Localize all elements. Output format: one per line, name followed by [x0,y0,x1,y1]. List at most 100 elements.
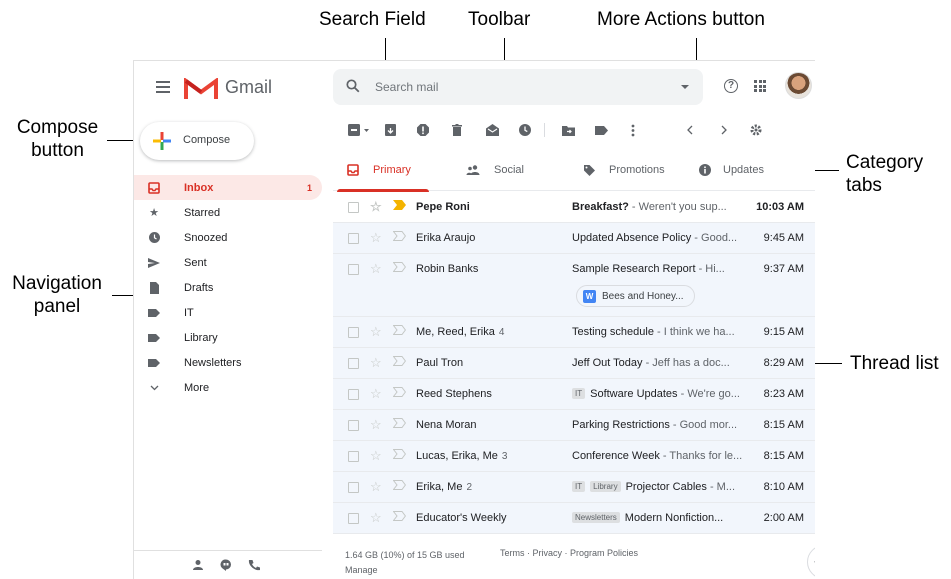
important-marker-icon[interactable] [393,325,406,335]
settings-gear-icon[interactable] [749,123,763,137]
report-spam-icon[interactable] [416,123,430,137]
phone-icon[interactable] [248,559,260,571]
nav-label: Drafts [184,281,214,294]
thread-sender: Pepe Roni [416,201,470,213]
tab-primary[interactable]: Primary [337,149,429,192]
row-checkbox[interactable] [348,202,359,213]
important-marker-icon[interactable] [393,356,406,366]
table-row[interactable]: ☆ Pepe Roni Breakfast? - Weren't you sup… [333,192,815,223]
nav-label: Sent [184,256,207,269]
nav-item-library[interactable]: Library [134,325,322,350]
nav-label: Starred [184,206,221,219]
important-marker-icon[interactable] [393,511,406,521]
thread-subject: Testing schedule - I think we ha... [572,326,748,338]
star-icon[interactable]: ☆ [370,355,382,371]
row-checkbox[interactable] [348,420,359,431]
subject-text: Conference Week [572,450,660,462]
tab-social[interactable]: Social [466,149,524,191]
side-panel-toggle-icon[interactable]: ‹ [807,545,815,579]
row-checkbox[interactable] [348,233,359,244]
search-input[interactable] [375,77,655,97]
row-checkbox[interactable] [348,358,359,369]
star-icon[interactable]: ☆ [370,479,382,495]
table-row[interactable]: ☆ Me, Reed, Erika 4 Testing schedule - I … [333,317,815,348]
nav-item-newsletters[interactable]: Newsletters [134,350,322,375]
important-marker-icon[interactable] [393,418,406,428]
important-marker-icon[interactable] [393,387,406,397]
footer-links[interactable]: Terms · Privacy · Program Policies [500,548,638,558]
star-icon[interactable]: ☆ [370,230,382,246]
more-actions-icon[interactable] [626,123,640,137]
table-row[interactable]: ☆ Reed Stephens IT Software Updates - We'… [333,379,815,410]
label-chip[interactable]: Library [590,481,621,492]
important-marker-icon[interactable] [393,480,406,490]
row-checkbox[interactable] [348,389,359,400]
nav-item-drafts[interactable]: Drafts [134,275,322,300]
labels-icon[interactable] [594,123,608,137]
star-icon[interactable]: ☆ [370,386,382,402]
star-icon[interactable]: ☆ [370,199,382,215]
apps-grid-icon[interactable] [754,80,766,92]
label-chip[interactable]: IT [572,481,586,492]
important-marker-icon[interactable] [393,449,406,459]
main-menu-icon[interactable] [156,81,170,93]
archive-icon[interactable] [383,123,397,137]
star-icon[interactable]: ☆ [370,417,382,433]
nav-item-more[interactable]: More [134,375,322,400]
snippet-text: - Weren't you sup... [628,201,727,213]
row-checkbox[interactable] [348,482,359,493]
search-icon[interactable] [346,79,360,93]
compose-button[interactable]: Compose [140,122,254,160]
row-checkbox[interactable] [348,327,359,338]
search-field[interactable] [333,69,703,105]
subject-text: Software Updates [590,388,678,400]
help-icon[interactable]: ? [724,79,738,93]
important-marker-icon[interactable] [393,231,406,241]
move-to-icon[interactable] [561,123,575,137]
search-options-caret-icon[interactable] [681,85,689,89]
thread-time: 10:03 AM [756,201,804,213]
star-icon[interactable]: ☆ [370,261,382,277]
table-row[interactable]: ☆ Educator's Weekly Newsletters Modern No… [333,503,815,534]
snooze-icon[interactable] [518,123,532,137]
label-icon [134,308,174,317]
important-marker-icon[interactable] [393,200,406,210]
nav-item-inbox[interactable]: Inbox 1 [134,175,322,200]
table-row[interactable]: ☆ Robin Banks Sample Research Report - H… [333,254,815,317]
annotation-category-tabs: Category tabs [846,151,923,197]
star-icon[interactable]: ☆ [370,510,382,526]
table-row[interactable]: ☆ Nena Moran Parking Restrictions - Good… [333,410,815,441]
chevron-left-icon[interactable] [683,123,697,137]
nav-item-it[interactable]: IT [134,300,322,325]
nav-item-snoozed[interactable]: Snoozed [134,225,322,250]
nav-label: Library [184,331,218,344]
star-icon[interactable]: ☆ [370,448,382,464]
table-row[interactable]: ☆ Paul Tron Jeff Out Today - Jeff has a … [333,348,815,379]
manage-storage-link[interactable]: Manage [345,563,465,578]
important-marker-icon[interactable] [393,262,406,272]
table-row[interactable]: ☆ Lucas, Erika, Me 3 Conference Week - Th… [333,441,815,472]
gmail-logo-icon[interactable] [184,78,218,100]
table-row[interactable]: ☆ Erika, Me 2 IT Library Projector Cables -… [333,472,815,503]
chevron-right-icon[interactable] [717,123,731,137]
nav-item-starred[interactable]: ★ Starred [134,200,322,225]
person-icon[interactable] [192,559,204,571]
clock-icon [134,232,174,243]
select-checkbox-icon[interactable] [348,123,370,137]
mark-as-read-icon[interactable] [485,123,499,137]
star-icon[interactable]: ☆ [370,324,382,340]
attachment-chip[interactable]: W Bees and Honey... [576,285,695,307]
avatar[interactable] [785,72,812,99]
delete-icon[interactable] [450,123,464,137]
tab-promotions[interactable]: Promotions [584,149,665,191]
label-chip[interactable]: Newsletters [572,512,620,523]
table-row[interactable]: ☆ Erika Araujo Updated Absence Policy - … [333,223,815,254]
row-checkbox[interactable] [348,513,359,524]
row-checkbox[interactable] [348,451,359,462]
hangouts-icon[interactable] [220,559,232,571]
tab-updates[interactable]: Updates [699,149,764,191]
row-checkbox[interactable] [348,264,359,275]
nav-item-sent[interactable]: Sent [134,250,322,275]
nav-label: More [184,381,210,394]
label-chip[interactable]: IT [572,388,586,399]
